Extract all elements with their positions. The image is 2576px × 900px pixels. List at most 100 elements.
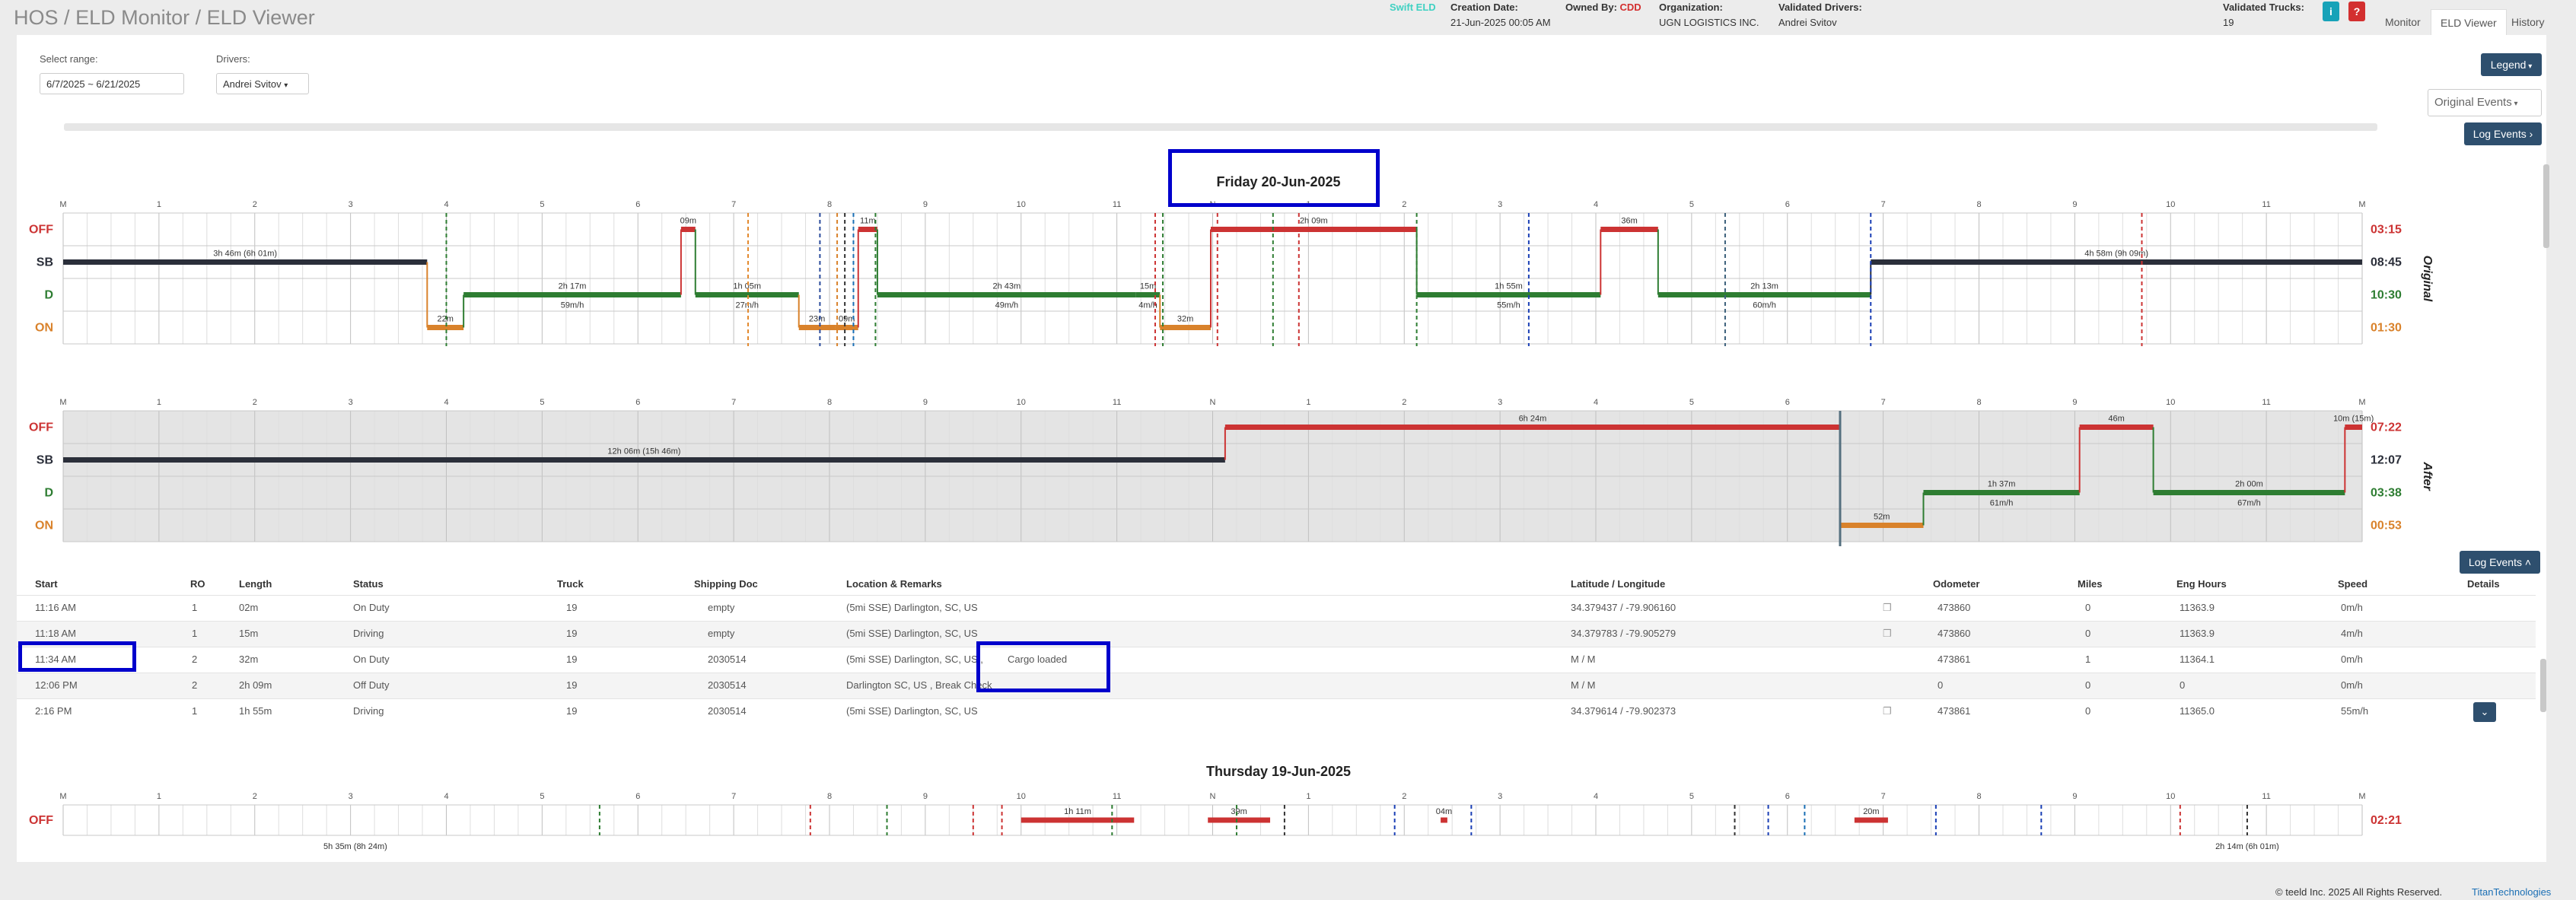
hour-tick-label: 5	[1689, 200, 1694, 209]
cell-odometer: 473860	[1938, 628, 1971, 639]
cell-ro: 2	[192, 679, 198, 691]
segment-speed-label: 49m/h	[995, 301, 1019, 310]
hour-tick-label: 6	[1785, 200, 1790, 209]
hour-tick-label: 8	[1976, 200, 1981, 209]
cell-status: Driving	[353, 628, 384, 639]
table-row[interactable]: 11:16 AM 1 02m On Duty 19 empty (5mi SSE) Darl…	[17, 595, 2536, 622]
segment-duration-label: 11m	[860, 217, 876, 226]
hour-tick-label: 4	[1594, 200, 1598, 209]
col-details[interactable]: Details	[2467, 578, 2500, 590]
hour-tick-label: 10	[1017, 200, 1026, 209]
cell-odometer: 473861	[1938, 705, 1971, 717]
col-speed[interactable]: Speed	[2338, 578, 2367, 590]
hour-tick-label: 6	[635, 792, 640, 801]
cell-truck: 19	[566, 705, 578, 717]
col-eng-hours[interactable]: Eng Hours	[2176, 578, 2227, 590]
hour-tick-label: 4	[1594, 792, 1598, 801]
status-label-d: D	[44, 289, 53, 302]
segment-duration-label: 1h 11m	[1064, 807, 1091, 816]
col-shipping-doc[interactable]: Shipping Doc	[694, 578, 758, 590]
cell-odometer: 0	[1938, 679, 1944, 691]
hour-tick-label: 5	[540, 398, 544, 407]
col-lat-lng[interactable]: Latitude / Longitude	[1571, 578, 1665, 590]
table-header: Start RO Length Status Truck Shipping Do…	[17, 572, 2536, 595]
hour-tick-label: 8	[827, 792, 832, 801]
segment-speed-label: 27m/h	[735, 301, 759, 310]
segment-duration-label: 1h 05m	[733, 282, 761, 291]
segment-speed-label: 55m/h	[1497, 301, 1520, 310]
col-length[interactable]: Length	[239, 578, 272, 590]
hour-tick-label: 11	[2262, 200, 2270, 209]
table-row[interactable]: 12:06 PM 2 2h 09m Off Duty 19 2030514 Darlingt…	[17, 673, 2536, 699]
highlight-box-remark	[976, 641, 1110, 692]
copy-icon[interactable]: ❐	[1883, 705, 1892, 717]
hour-tick-label: 9	[923, 398, 928, 407]
segment-duration-label: 46m	[2108, 415, 2124, 424]
col-odometer[interactable]: Odometer	[1933, 578, 1979, 590]
table-row[interactable]: 2:16 PM 1 1h 55m Driving 19 2030514 (5mi SSE) …	[17, 698, 2536, 725]
segment-duration-label: 12h 06m (15h 46m)	[607, 447, 680, 456]
copy-icon[interactable]: ❐	[1883, 628, 1892, 640]
segment-speed-label: 59m/h	[561, 301, 584, 310]
hour-tick-label: N	[1210, 398, 1216, 407]
col-miles[interactable]: Miles	[2078, 578, 2103, 590]
col-location[interactable]: Location & Remarks	[846, 578, 942, 590]
hour-tick-label: 8	[827, 200, 832, 209]
cell-location: (5mi SSE) Darlington, SC, US ,	[846, 654, 983, 665]
eld-charts: M 1 2 3 4 5 6 7 8 9 10 11 N 1 2 3 4 5 6 7 8 9 10 11 MOFF 03:15SB 0…	[29, 174, 2434, 851]
hour-tick-label: 2	[1402, 792, 1406, 801]
expand-row-button[interactable]: ⌄	[2473, 702, 2496, 722]
segment-duration-label: 1h 37m	[1988, 480, 2016, 489]
col-status[interactable]: Status	[353, 578, 384, 590]
segment-duration-label: 04m	[1436, 807, 1452, 816]
hour-tick-label: 4	[444, 792, 448, 801]
segment-duration-label: 39m	[1231, 807, 1247, 816]
hour-tick-label: 5	[1689, 398, 1694, 407]
cell-ro: 1	[192, 628, 198, 639]
segment-duration-label: 2h 14m (6h 01m)	[2215, 842, 2279, 851]
col-start[interactable]: Start	[35, 578, 58, 590]
status-total-sb: 12:07	[2371, 454, 2402, 467]
table-row[interactable]: 11:18 AM 1 15m Driving 19 empty (5mi SSE) Darl…	[17, 621, 2536, 647]
cell-start: 11:16 AM	[35, 602, 76, 613]
segment-duration-label: 09m	[680, 217, 696, 226]
cell-lat-lng: 34.379614 / -79.902373	[1571, 705, 1676, 717]
copy-icon[interactable]: ❐	[1883, 602, 1892, 614]
segment-duration-label: 10m (15m)	[2333, 415, 2374, 424]
status-label-on: ON	[35, 322, 53, 335]
cell-odometer: 473860	[1938, 602, 1971, 613]
hour-tick-label: 2	[253, 792, 257, 801]
col-ro[interactable]: RO	[190, 578, 205, 590]
cell-ro: 1	[192, 705, 198, 717]
hour-tick-label: 8	[1976, 398, 1981, 407]
segment-duration-label: 2h 00m	[2235, 480, 2263, 489]
hour-tick-label: N	[1210, 792, 1216, 801]
highlight-box-start	[18, 641, 136, 672]
col-truck[interactable]: Truck	[557, 578, 584, 590]
segment-duration-label: 15m	[1140, 282, 1156, 291]
hour-tick-label: 8	[1976, 792, 1981, 801]
status-label-on: ON	[35, 520, 53, 533]
cell-truck: 19	[566, 602, 578, 613]
segment-duration-label: 52m	[1874, 513, 1890, 522]
cell-status: Off Duty	[353, 679, 390, 691]
hour-tick-label: 10	[2166, 792, 2175, 801]
segment-duration-label: 4h 58m (9h 09m)	[2084, 250, 2148, 259]
status-total-d: 10:30	[2371, 289, 2402, 302]
hour-tick-label: 7	[1881, 398, 1886, 407]
hour-tick-label: M	[2358, 398, 2365, 407]
cell-eng-hours: 11364.1	[2180, 654, 2215, 665]
status-label-sb: SB	[37, 454, 53, 467]
hour-tick-label: 10	[1017, 792, 1026, 801]
table-row[interactable]: 11:34 AM 2 32m On Duty 19 2030514 (5mi SSE) Da…	[17, 647, 2536, 673]
copyright-text: © teeld Inc. 2025 All Rights Reserved.	[2275, 886, 2443, 898]
cell-lat-lng: 34.379437 / -79.906160	[1571, 602, 1676, 613]
hour-tick-label: 2	[1402, 398, 1406, 407]
hour-tick-label: 8	[827, 398, 832, 407]
chart-title: Thursday 19-Jun-2025	[1206, 764, 1351, 779]
cell-ro: 1	[192, 602, 198, 613]
hour-tick-label: 10	[2166, 398, 2175, 407]
status-total-off: 03:15	[2371, 224, 2402, 237]
hour-tick-label: 5	[540, 792, 544, 801]
cell-speed: 55m/h	[2341, 705, 2369, 717]
